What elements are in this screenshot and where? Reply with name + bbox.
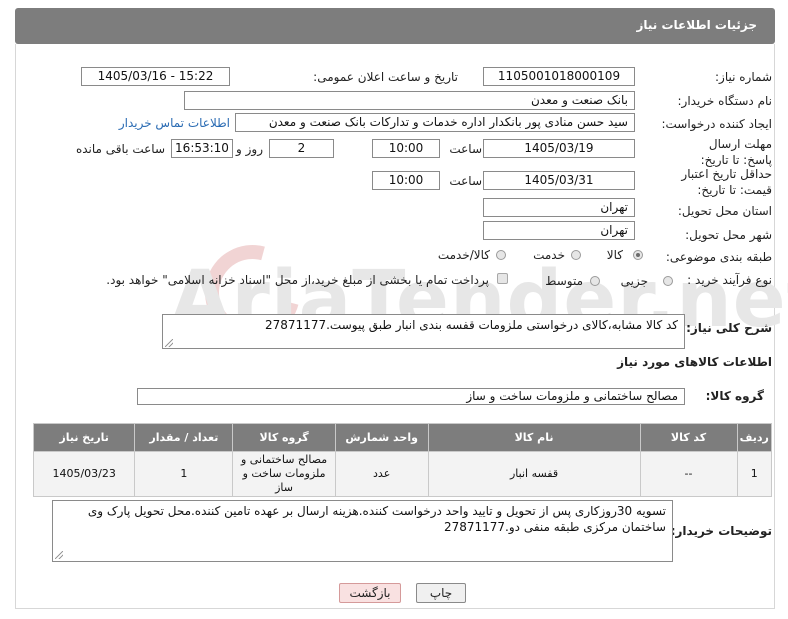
col-header-item-code: کد کالا [639, 423, 738, 452]
delivery-province-label: استان محل تحویل: [677, 204, 772, 218]
process-option-partial: جزیی [620, 274, 648, 288]
reply-days-field: 2 [269, 139, 334, 158]
col-header-unit: واحد شمارش [334, 423, 429, 452]
category-option-service: خدمت [533, 248, 565, 262]
goods-section-title: اطلاعات کالاهای مورد نیاز [617, 355, 772, 369]
category-option-goods-service: کالا/خدمت [437, 248, 490, 262]
reply-deadline-date: 1405/03/19 [483, 139, 635, 158]
remaining-time-field: 16:53:10 [171, 139, 233, 158]
process-option-medium: متوسط [545, 274, 583, 288]
resize-handle-icon[interactable] [55, 551, 63, 559]
category-option-goods: کالا [606, 248, 623, 262]
category-label: طبقه بندی موضوعی: [665, 250, 772, 264]
description-field: کد کالا مشابه،کالای درخواستی ملزومات قفس… [162, 314, 685, 349]
table-row: 1 -- قفسه انبار عدد مصالح ساختمانی و ملز… [32, 451, 773, 497]
col-header-goods-group: گروه کالا [232, 423, 336, 452]
delivery-city-label: شهر محل تحویل: [685, 228, 772, 242]
cell-quantity: 1 [134, 451, 234, 497]
remaining-time-label: ساعت باقی مانده [75, 142, 165, 156]
cell-item-name: قفسه انبار [427, 451, 641, 497]
goods-group-field: مصالح ساختمانی و ملزومات ساخت و ساز [137, 388, 685, 405]
col-header-item-name: نام کالا [427, 423, 641, 452]
col-header-quantity: تعداد / مقدار [134, 423, 234, 452]
category-radio-service[interactable] [571, 250, 581, 260]
buyer-notes-label: توضیحات خریدار: [670, 524, 772, 538]
buyer-org-label: نام دستگاه خریدار: [677, 94, 773, 108]
requester-label: ایجاد کننده درخواست: [661, 117, 772, 131]
cell-unit: عدد [334, 451, 429, 497]
process-radio-partial[interactable] [663, 276, 673, 286]
table-header-row: ردیف کد کالا نام کالا واحد شمارش گروه کا… [32, 423, 773, 452]
page-header: جزئیات اطلاعات نیاز [15, 8, 775, 44]
buyer-notes-field: تسویه 30روزکاری پس از تحویل و تایید واحد… [52, 500, 673, 562]
price-validity-date: 1405/03/31 [483, 171, 635, 190]
announce-datetime-field: 1405/03/16 - 15:22 [81, 67, 230, 86]
delivery-province-field: تهران [483, 198, 635, 217]
price-validity-time: 10:00 [372, 171, 440, 190]
treasury-payment-note: پرداخت تمام یا بخشی از مبلغ خرید،از محل … [106, 273, 489, 287]
items-table: ردیف کد کالا نام کالا واحد شمارش گروه کا… [32, 423, 773, 497]
back-button[interactable]: بازگشت [339, 583, 401, 603]
reply-deadline-label: مهلت ارسال پاسخ: تا تاریخ: [700, 137, 772, 167]
reply-days-label: روز و [236, 142, 263, 156]
resize-handle-icon[interactable] [165, 339, 173, 347]
reply-deadline-time-label: ساعت [449, 142, 482, 156]
goods-group-label: گروه کالا: [705, 389, 764, 403]
col-header-need-date: تاریخ نیاز [32, 423, 136, 452]
need-number-field: 1105001018000109 [483, 67, 635, 86]
requester-field: سید حسن منادی پور بانکدار اداره خدمات و … [235, 113, 635, 132]
delivery-city-field: تهران [483, 221, 635, 240]
category-radio-goods[interactable] [633, 250, 643, 260]
col-header-row-number: ردیف [736, 423, 773, 452]
announce-datetime-label: تاریخ و ساعت اعلان عمومی: [313, 70, 458, 84]
category-radio-goods-service[interactable] [496, 250, 506, 260]
print-button[interactable]: چاپ [416, 583, 466, 603]
reply-deadline-time: 10:00 [372, 139, 440, 158]
need-number-label: شماره نیاز: [715, 70, 772, 84]
cell-item-code: -- [639, 451, 738, 497]
price-validity-time-label: ساعت [449, 174, 482, 188]
cell-goods-group: مصالح ساختمانی و ملزومات ساخت و ساز [232, 451, 336, 497]
buyer-contact-link[interactable]: اطلاعات تماس خریدار [119, 116, 230, 130]
cell-need-date: 1405/03/23 [32, 451, 136, 497]
treasury-payment-checkbox[interactable] [497, 273, 508, 284]
description-label: شرح کلی نیاز: [686, 321, 772, 335]
buyer-org-field: بانک صنعت و معدن [184, 91, 635, 110]
price-validity-label: حداقل تاریخ اعتبار قیمت: تا تاریخ: [681, 167, 772, 197]
page-title: جزئیات اطلاعات نیاز [636, 18, 757, 32]
purchase-process-label: نوع فرآیند خرید : [687, 273, 772, 287]
cell-row-number: 1 [736, 451, 773, 497]
process-radio-medium[interactable] [590, 276, 600, 286]
